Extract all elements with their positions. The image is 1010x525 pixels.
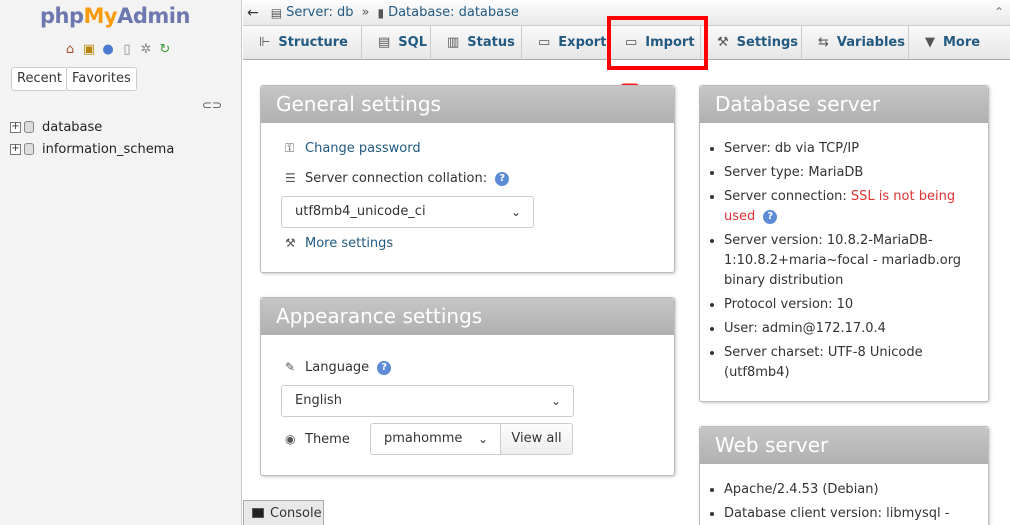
- palette-icon: ◉: [285, 432, 296, 446]
- breadcrumb-server[interactable]: Server: db: [286, 5, 353, 20]
- panel-title: Web server: [700, 427, 988, 464]
- console-toggle[interactable]: Console: [243, 500, 324, 525]
- change-password-link[interactable]: ⚿ Change password: [285, 141, 421, 156]
- database-icon: [24, 143, 34, 155]
- help-icon[interactable]: ?: [763, 209, 778, 224]
- breadcrumb-separator: »: [361, 5, 370, 20]
- panel-title: General settings: [261, 86, 674, 123]
- list-item: Server version: 10.8.2-MariaDB-1:10.8.2+…: [724, 231, 974, 291]
- database-server-panel: Database server Server: db via TCP/IP Se…: [699, 85, 989, 402]
- panel-title: Appearance settings: [261, 298, 674, 335]
- list-item: Server charset: UTF-8 Unicode (utf8mb4): [724, 343, 974, 383]
- variables-icon: ⇆: [818, 35, 829, 50]
- link-icon[interactable]: ⊂⊃: [202, 98, 222, 112]
- docs-icon[interactable]: ▯: [119, 42, 135, 58]
- server-icon: ▤: [270, 5, 283, 20]
- chevron-down-icon: ⌄: [510, 205, 521, 219]
- list-item: Server: db via TCP/IP: [724, 139, 974, 159]
- breadcrumb-database[interactable]: Database: database: [388, 5, 519, 20]
- chevron-down-icon: ⌄: [477, 432, 488, 446]
- key-icon: ⚿: [285, 141, 295, 155]
- collapse-icon[interactable]: ⌃: [994, 5, 1004, 19]
- theme-select[interactable]: pmahomme ⌄: [370, 423, 501, 455]
- wrench-icon: ⚒: [717, 35, 729, 50]
- list-icon: ☰: [285, 171, 296, 185]
- database-icon: ▮: [377, 5, 385, 20]
- tab-more[interactable]: ▼ More: [909, 26, 1010, 59]
- tree-item-label[interactable]: database: [42, 120, 102, 135]
- appearance-settings-panel: Appearance settings ✎ Language? English ⌄ …: [260, 297, 675, 476]
- console-icon: [252, 508, 264, 518]
- tab-export[interactable]: ▭ Export: [522, 26, 609, 59]
- collation-label: ☰ Server connection collation:?: [285, 171, 510, 186]
- language-select[interactable]: English ⌄: [281, 385, 574, 417]
- web-server-panel: Web server Apache/2.4.53 (Debian) Databa…: [699, 426, 989, 525]
- back-arrow-icon[interactable]: ←: [247, 5, 259, 21]
- favorites-button[interactable]: Favorites: [66, 67, 137, 91]
- tree-item-label[interactable]: information_schema: [42, 142, 174, 157]
- database-icon: [24, 121, 34, 133]
- help-icon[interactable]: ?: [377, 360, 392, 375]
- status-icon: ▥: [447, 35, 460, 50]
- reload-icon[interactable]: ↻: [157, 42, 173, 58]
- tab-variables[interactable]: ⇆ Variables: [802, 26, 909, 59]
- panel-title: Database server: [700, 86, 988, 123]
- web-server-info-list: Apache/2.4.53 (Debian) Database client v…: [724, 480, 979, 525]
- expand-icon[interactable]: +: [10, 121, 21, 133]
- view-all-button[interactable]: View all: [500, 423, 573, 455]
- chevron-down-icon: ⌄: [550, 394, 561, 408]
- tree-item-database[interactable]: + database: [10, 117, 102, 137]
- structure-icon: ⊩: [259, 35, 271, 50]
- theme-label: ◉ Theme: [285, 432, 350, 447]
- general-settings-panel: General settings ⚿ Change password ☰ Serve…: [260, 85, 675, 273]
- list-item: Protocol version: 10: [724, 295, 974, 315]
- list-item: Server type: MariaDB: [724, 163, 974, 183]
- list-item: Database client version: libmysql -: [724, 504, 979, 524]
- tree-item-information-schema[interactable]: + information_schema: [10, 139, 174, 159]
- sql-icon: ▤: [378, 35, 391, 50]
- help-icon[interactable]: ?: [495, 171, 510, 186]
- nav-icon-bar: ⌂ ▣ ● ▯ ✲ ↻: [62, 42, 173, 58]
- recent-button[interactable]: Recent: [11, 67, 68, 91]
- tab-settings[interactable]: ⚒ Settings: [701, 26, 802, 59]
- tab-structure[interactable]: ⊩ Structure: [243, 26, 362, 59]
- tab-status[interactable]: ▥ Status: [431, 26, 522, 59]
- list-item: Server connection: SSL is not being used…: [724, 187, 974, 227]
- expand-icon[interactable]: +: [10, 143, 21, 155]
- home-icon[interactable]: ⌂: [62, 42, 78, 58]
- tab-sql[interactable]: ▤ SQL: [362, 26, 431, 59]
- list-item: Apache/2.4.53 (Debian): [724, 480, 979, 500]
- collation-select[interactable]: utf8mb4_unicode_ci ⌄: [281, 196, 534, 228]
- exit-icon[interactable]: ▣: [81, 42, 97, 58]
- navigation-panel: phpMyAdmin ⌂ ▣ ● ▯ ✲ ↻ Recent Favorites …: [0, 0, 242, 525]
- settings-icon[interactable]: ✲: [138, 42, 154, 58]
- server-info-list: Server: db via TCP/IP Server type: Maria…: [724, 139, 974, 387]
- wrench-icon: ⚒: [285, 236, 296, 250]
- list-item: User: admin@172.17.0.4: [724, 319, 974, 339]
- help-icon[interactable]: ●: [100, 42, 116, 58]
- more-settings-link[interactable]: ⚒ More settings: [285, 236, 393, 251]
- caret-down-icon: ▼: [925, 35, 935, 50]
- language-icon: ✎: [285, 360, 296, 374]
- export-icon: ▭: [538, 35, 551, 50]
- annotation-highlight-box: [607, 16, 708, 70]
- phpmyadmin-logo[interactable]: phpMyAdmin: [40, 4, 190, 28]
- language-label: ✎ Language?: [285, 360, 392, 375]
